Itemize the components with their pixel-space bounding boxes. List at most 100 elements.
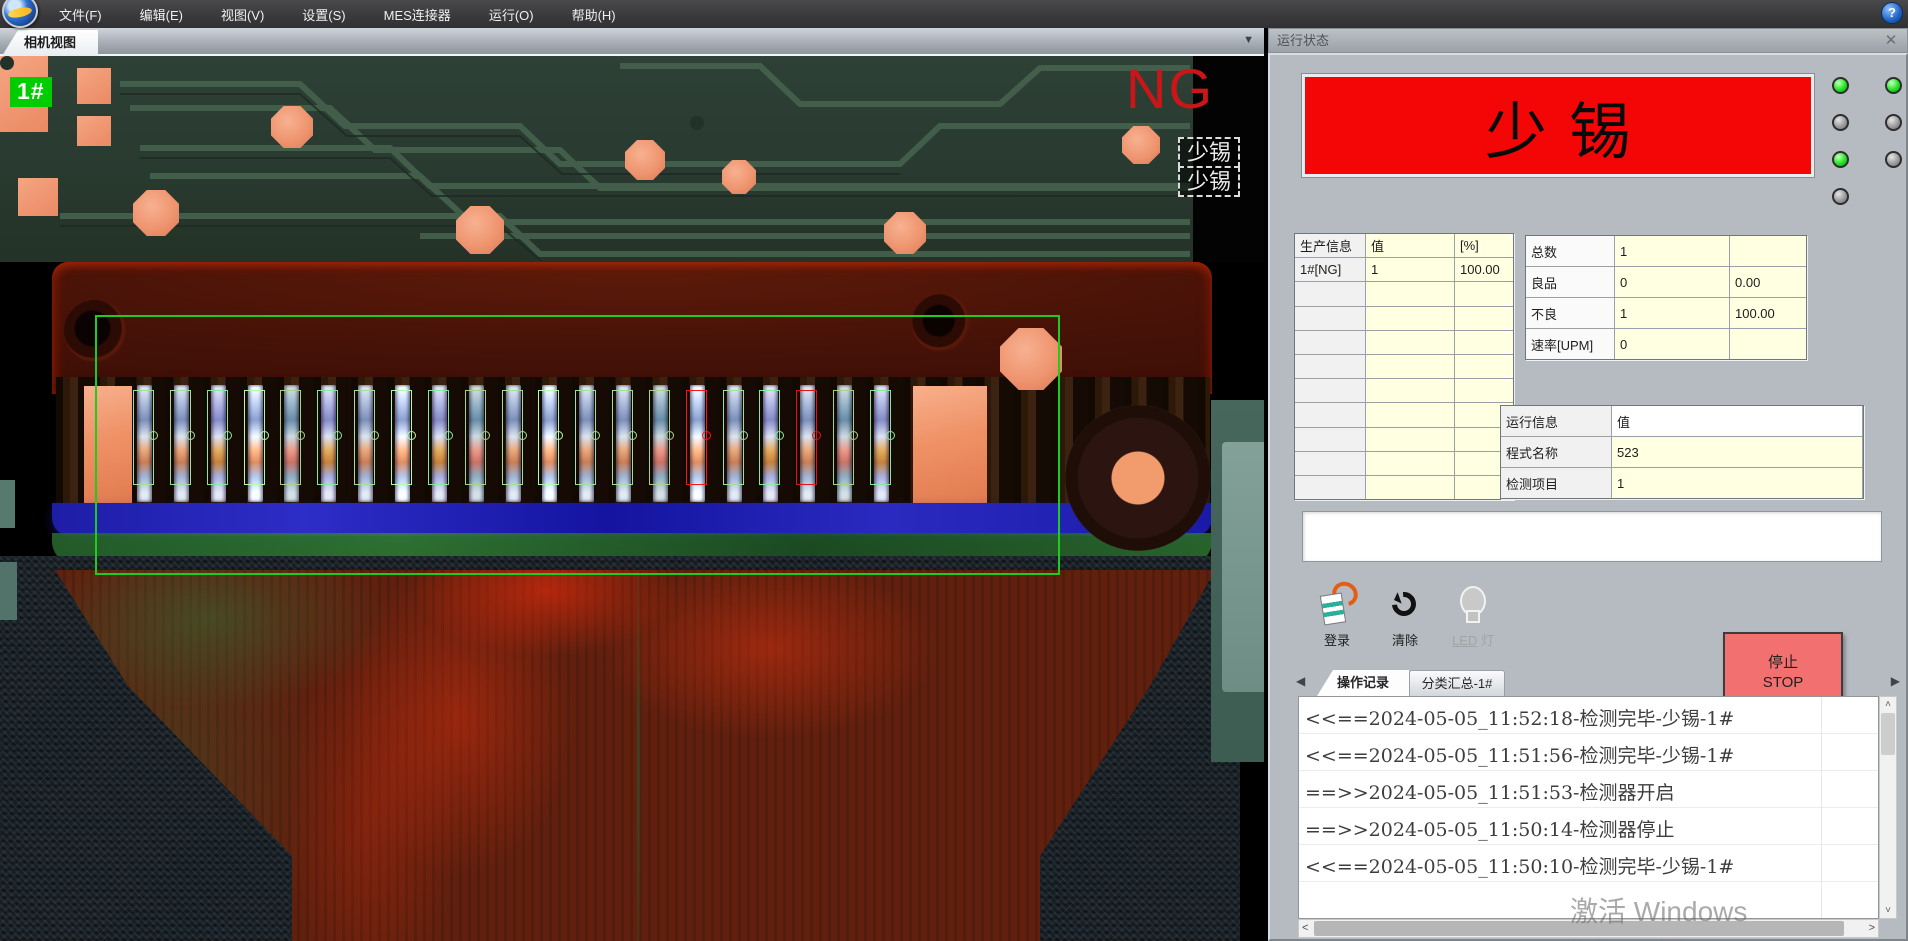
- table-cell: 程式名称: [1501, 437, 1611, 467]
- close-icon[interactable]: ✕: [1882, 32, 1900, 50]
- hscroll-thumb[interactable]: [1314, 921, 1844, 936]
- menu-item[interactable]: 运行(O): [485, 3, 538, 26]
- menu-item[interactable]: 文件(F): [55, 3, 106, 26]
- table-cell-empty: [1366, 355, 1454, 378]
- message-box: [1302, 511, 1882, 562]
- menu-item[interactable]: 帮助(H): [568, 3, 620, 26]
- status-message-box: 少锡: [1302, 74, 1814, 177]
- table-cell: 检测项目: [1501, 468, 1611, 498]
- table-cell-empty: [1295, 476, 1365, 499]
- menu-bar: 文件(F) 编辑(E) 视图(V) 设置(S) MES连接器 运行(O) 帮助(H) ?: [0, 0, 1908, 28]
- defect-tag-list: 少锡少锡: [1178, 139, 1240, 197]
- table-cell-empty: [1455, 307, 1513, 330]
- camera-view: 1# NG 少锡少锡: [0, 56, 1264, 941]
- table-cell-empty: [1295, 355, 1365, 378]
- defect-tag: 少锡: [1178, 137, 1240, 168]
- horizontal-scrollbar[interactable]: < >: [1298, 919, 1879, 938]
- help-icon[interactable]: ?: [1882, 3, 1902, 23]
- tab-camera-view[interactable]: 相机视图: [2, 30, 98, 56]
- scroll-up-icon[interactable]: ˄: [1880, 699, 1896, 710]
- table-cell-empty: [1295, 307, 1365, 330]
- login-button[interactable]: 登录: [1306, 582, 1368, 654]
- led-indicator-gray: [1885, 114, 1902, 131]
- menu-item[interactable]: 设置(S): [298, 3, 349, 26]
- log-entry: <<==2024-05-05_11:52:18-检测完毕-少锡-1#: [1299, 697, 1878, 734]
- table-cell-empty: [1295, 282, 1365, 305]
- table-cell: 523: [1612, 437, 1862, 467]
- led-grid: [1832, 77, 1902, 225]
- table-header: 值: [1366, 234, 1454, 257]
- log-column-divider: [1821, 697, 1822, 918]
- table-cell-empty: [1366, 331, 1454, 354]
- table-cell-empty: [1366, 282, 1454, 305]
- production-table: 生产信息 值 [%] 1#[NG] 1 100.00: [1294, 233, 1514, 500]
- led-indicator-green: [1832, 151, 1849, 168]
- log-rows: <<==2024-05-05_11:52:18-检测完毕-少锡-1#<<==20…: [1299, 697, 1878, 882]
- via-dot: [0, 56, 14, 70]
- clear-button[interactable]: 清除: [1374, 582, 1436, 654]
- led-indicator-gray: [1832, 114, 1849, 131]
- table-cell: 1: [1612, 468, 1862, 498]
- inspection-roi-rectangle: [95, 315, 1060, 575]
- table-cell-empty: [1366, 452, 1454, 475]
- camera-id-badge: 1#: [10, 77, 52, 107]
- tab-class-summary[interactable]: 分类汇总-1#: [1409, 670, 1505, 696]
- table-cell: 速率[UPM]: [1526, 329, 1614, 359]
- table-cell: 0: [1615, 329, 1729, 359]
- stop-label-cn: 停止: [1725, 651, 1841, 672]
- table-cell: 100.00: [1730, 298, 1806, 328]
- table-cell-empty: [1366, 379, 1454, 402]
- table-cell: [1730, 329, 1806, 359]
- table-cell-empty: [1295, 403, 1365, 426]
- scroll-left-icon[interactable]: <: [1302, 922, 1308, 934]
- clear-refresh-icon: [1374, 582, 1436, 626]
- pcb-photo-area: [0, 56, 1210, 262]
- table-cell: 0.00: [1730, 267, 1806, 297]
- login-label: 登录: [1306, 630, 1368, 649]
- pcb-edge-right-pad: [1222, 442, 1264, 692]
- menu-item[interactable]: 编辑(E): [136, 3, 187, 26]
- table-cell: 不良: [1526, 298, 1614, 328]
- copper-pad: [77, 68, 111, 104]
- menu-item[interactable]: MES连接器: [380, 3, 455, 26]
- scroll-down-icon[interactable]: ˅: [1880, 905, 1896, 916]
- log-entry: ==>>2024-05-05_11:51:53-检测器开启: [1299, 771, 1878, 808]
- table-cell-empty: [1366, 476, 1454, 499]
- led-light-button[interactable]: LED 灯: [1442, 582, 1504, 654]
- tab-scroll-right-icon[interactable]: ▶: [1891, 674, 1900, 688]
- status-message: 少锡: [1463, 81, 1653, 171]
- table-cell-empty: [1295, 379, 1365, 402]
- table-cell-empty: [1295, 452, 1365, 475]
- pcb-traces: [0, 56, 1210, 262]
- table-cell-empty: [1455, 331, 1513, 354]
- defect-tag: 少锡: [1178, 166, 1240, 197]
- scroll-right-icon[interactable]: >: [1869, 922, 1875, 934]
- led-label: LED 灯: [1442, 630, 1504, 649]
- tab-scroll-left-icon[interactable]: ◀: [1296, 674, 1305, 688]
- table-cell: 总数: [1526, 236, 1614, 266]
- log-entry: <<==2024-05-05_11:51:56-检测完毕-少锡-1#: [1299, 734, 1878, 771]
- copper-pad: [18, 178, 58, 216]
- vertical-scrollbar[interactable]: ˄ ˅: [1879, 696, 1897, 919]
- pcb-edge-left-tab: [0, 562, 17, 620]
- table-cell-empty: [1366, 307, 1454, 330]
- panel-body: 少锡 生产信息 值 [%] 1#[NG] 1 100.00 总数 1 良品 0 …: [1268, 53, 1908, 941]
- copper-pad: [456, 206, 504, 254]
- table-cell-empty: [1366, 428, 1454, 451]
- table-cell-empty: [1455, 355, 1513, 378]
- tab-operation-log[interactable]: 操作记录: [1317, 670, 1409, 696]
- menu-item[interactable]: 视图(V): [217, 3, 268, 26]
- runinfo-table: 运行信息 值 程式名称 523 检测项目 1: [1500, 405, 1864, 499]
- vscroll-thumb[interactable]: [1881, 713, 1895, 755]
- ng-result-label: NG: [1126, 56, 1214, 121]
- fiducial-circle: [1065, 405, 1211, 551]
- table-cell: 1: [1615, 236, 1729, 266]
- chevron-down-icon[interactable]: ▼: [1243, 34, 1254, 46]
- table-cell-empty: [1366, 403, 1454, 426]
- panel-title-bar: 运行状态 ✕: [1268, 28, 1908, 53]
- table-header: 运行信息: [1501, 406, 1611, 436]
- led-indicator-gray: [1885, 151, 1902, 168]
- operation-log-list[interactable]: <<==2024-05-05_11:52:18-检测完毕-少锡-1#<<==20…: [1298, 696, 1879, 919]
- app-window: 文件(F) 编辑(E) 视图(V) 设置(S) MES连接器 运行(O) 帮助(H) ? 相…: [0, 0, 1908, 941]
- copper-pad: [625, 140, 665, 180]
